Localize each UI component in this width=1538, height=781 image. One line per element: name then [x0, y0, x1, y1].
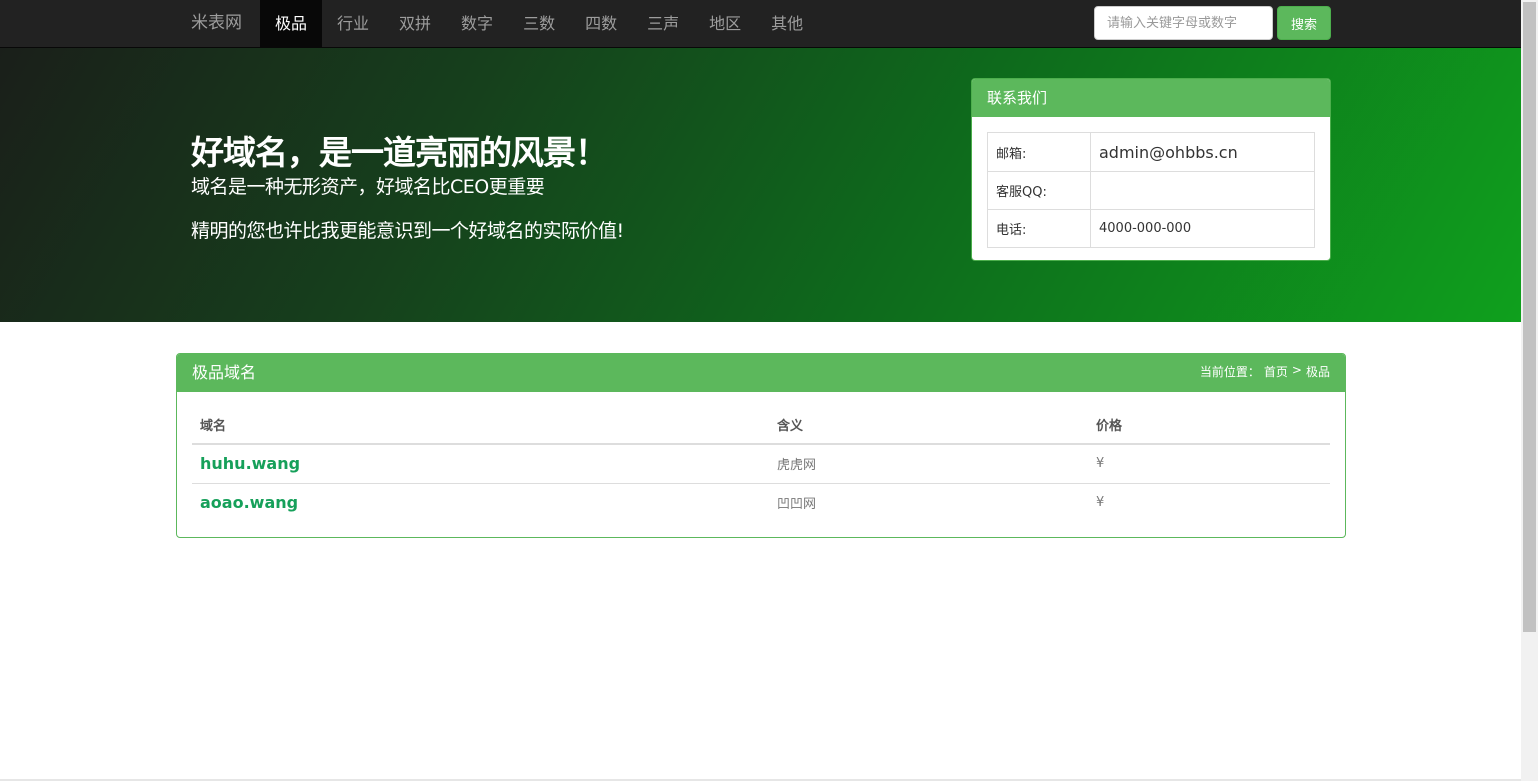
column-header-domain: 域名: [192, 406, 769, 445]
table-row: aoao.wang 凹凹网 ¥: [192, 482, 1330, 522]
domain-link[interactable]: huhu.wang: [200, 454, 300, 473]
main-nav: 极品 行业 双拼 数字 三数 四数 三声 地区 其他: [260, 0, 818, 48]
breadcrumb-home-link[interactable]: 首页: [1264, 363, 1288, 380]
meaning-cell: 凹凹网: [769, 482, 1088, 522]
breadcrumb-prefix: 当前位置：: [1199, 365, 1260, 379]
meaning-cell: 虎虎网: [777, 458, 817, 474]
contact-key: 电话:: [987, 209, 1091, 248]
hero-subtitle: 域名是一种无形资产，好域名比CEO更重要: [191, 176, 545, 198]
domain-panel: 极品域名 当前位置： 首页 > 极品 域名 含义 价格 huhu.wang 虎虎…: [176, 353, 1346, 538]
contact-value: [1090, 171, 1315, 210]
column-header-price: 价格: [1088, 406, 1330, 445]
nav-item-sanshu[interactable]: 三数: [508, 0, 570, 48]
price-cell: ¥: [1088, 482, 1330, 522]
nav-item-sansheng[interactable]: 三声: [632, 0, 694, 48]
hero-title: 好域名，是一道亮丽的风景！: [191, 133, 608, 172]
breadcrumb-separator: >: [1291, 363, 1302, 377]
contact-table: 邮箱: admin@ohbbs.cn 客服QQ: 电话: 4000-000-00…: [987, 132, 1315, 248]
scrollbar-thumb[interactable]: [1523, 2, 1536, 632]
nav-item-shuzi[interactable]: 数字: [446, 0, 508, 48]
contact-panel-title: 联系我们: [972, 79, 1330, 117]
table-header-row: 域名 含义 价格: [192, 406, 1330, 445]
contact-panel: 联系我们 邮箱: admin@ohbbs.cn 客服QQ: 电话: 4000-0…: [971, 78, 1331, 261]
search-button[interactable]: 搜索: [1277, 6, 1331, 40]
breadcrumb: 当前位置： 首页 > 极品: [1200, 363, 1330, 380]
vertical-scrollbar[interactable]: [1521, 0, 1538, 781]
price-cell: ¥: [1096, 456, 1105, 472]
hero-subtitle-2: 精明的您也许比我更能意识到一个好域名的实际价值!: [191, 220, 624, 242]
domain-panel-header: 极品域名 当前位置： 首页 > 极品: [177, 354, 1345, 392]
domain-panel-title: 极品域名: [192, 363, 257, 382]
contact-value: admin@ohbbs.cn: [1090, 132, 1315, 172]
domain-table: 域名 含义 价格 huhu.wang 虎虎网 ¥ aoao.wang 凹凹网 ¥: [192, 406, 1330, 522]
column-header-meaning: 含义: [769, 406, 1088, 445]
contact-key: 邮箱:: [987, 132, 1091, 172]
nav-item-diqu[interactable]: 地区: [694, 0, 756, 48]
contact-row-phone: 电话: 4000-000-000: [987, 209, 1315, 248]
domain-link[interactable]: aoao.wang: [200, 493, 298, 512]
contact-row-email: 邮箱: admin@ohbbs.cn: [987, 132, 1315, 172]
brand-link[interactable]: 米表网: [176, 0, 257, 48]
nav-item-qita[interactable]: 其他: [756, 0, 818, 48]
domain-cell: huhu.wang: [192, 444, 769, 483]
table-row: huhu.wang 虎虎网 ¥: [192, 444, 1330, 483]
search-input[interactable]: [1094, 6, 1273, 40]
hero-banner: 好域名，是一道亮丽的风景！ 域名是一种无形资产，好域名比CEO更重要 精明的您也…: [0, 48, 1521, 322]
contact-key: 客服QQ:: [987, 171, 1091, 210]
nav-item-sishu[interactable]: 四数: [570, 0, 632, 48]
breadcrumb-current: 极品: [1305, 365, 1330, 379]
nav-item-shuangpin[interactable]: 双拼: [384, 0, 446, 48]
nav-item-hangye[interactable]: 行业: [322, 0, 384, 48]
domain-cell: aoao.wang: [192, 482, 769, 522]
nav-item-jipin[interactable]: 极品: [260, 0, 323, 48]
top-navbar: 米表网 极品 行业 双拼 数字 三数 四数 三声 地区 其他 搜索: [0, 0, 1521, 48]
contact-row-qq: 客服QQ:: [987, 171, 1315, 210]
contact-value: 4000-000-000: [1090, 209, 1315, 248]
